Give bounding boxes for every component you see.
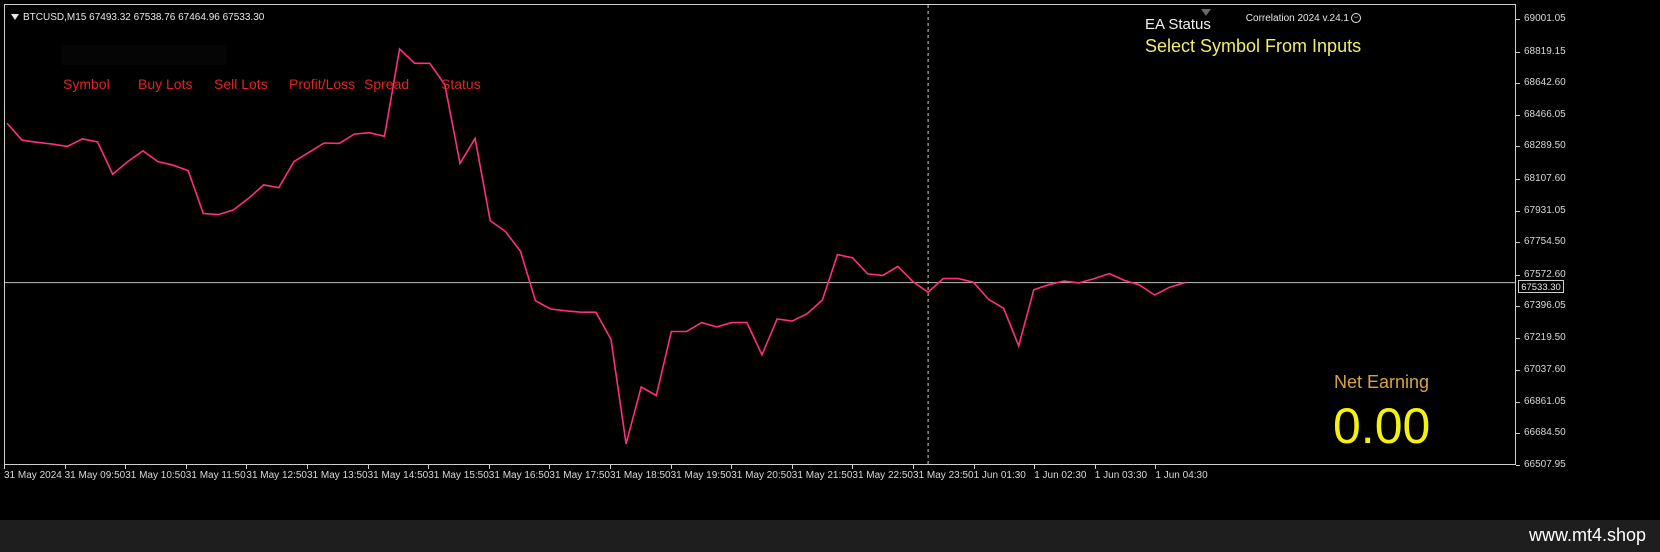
time-tick	[125, 465, 127, 469]
time-tick-label: 31 May 09:50	[64, 470, 126, 481]
ea-status-title: EA Status	[1145, 16, 1211, 33]
symbol-header: BTCUSD,M15 67493.32 67538.76 67464.96 67…	[11, 12, 264, 23]
net-earning-value: 0.00	[1333, 398, 1431, 454]
time-tick-label: 31 May 21:50	[791, 470, 853, 481]
time-tick-label: 1 Jun 02:30	[1034, 470, 1087, 481]
price-tick	[1516, 210, 1520, 212]
chart-window[interactable]: Symbol Buy Lots Sell Lots Profit/Loss Sp…	[0, 0, 1660, 520]
ea-status-message: Select Symbol From Inputs	[1145, 36, 1362, 56]
header-buy-lots: Buy Lots	[138, 76, 193, 92]
dropdown-triangle-icon	[11, 14, 19, 21]
header-status: Status	[441, 76, 481, 92]
time-tick-label: 31 May 20:50	[731, 470, 792, 481]
table-background	[61, 45, 227, 65]
time-tick	[246, 465, 248, 469]
ea-name-text: Correlation 2024 v.24.1	[1245, 13, 1349, 24]
time-tick-label: 31 May 12:50	[246, 470, 307, 481]
time-tick	[185, 465, 187, 469]
price-tick-label: 67037.60	[1524, 364, 1566, 376]
chart-plot-area[interactable]: Symbol Buy Lots Sell Lots Profit/Loss Sp…	[4, 4, 1516, 465]
price-tick-label: 66861.05	[1524, 395, 1566, 407]
price-tick	[1516, 242, 1520, 244]
time-tick-label: 1 Jun 01:30	[973, 470, 1026, 481]
price-tick	[1516, 274, 1520, 276]
price-tick-label: 66684.50	[1524, 427, 1566, 439]
time-tick	[428, 465, 430, 469]
time-tick-label: 1 Jun 03:30	[1094, 470, 1148, 481]
footer-website: www.mt4.shop	[1528, 525, 1646, 545]
price-tick-label: 67931.05	[1524, 204, 1566, 216]
price-tick	[1516, 370, 1520, 372]
price-tick-label: 66507.95	[1524, 459, 1566, 470]
time-tick	[488, 465, 490, 469]
time-tick-label: 31 May 16:50	[488, 470, 550, 481]
time-tick-label: 1 Jun 04:30	[1155, 470, 1208, 481]
price-tick	[1516, 306, 1520, 308]
time-tick-label: 31 May 19:50	[670, 470, 732, 481]
time-tick-label: 31 May 11:50	[185, 470, 246, 481]
time-tick	[307, 465, 308, 469]
time-tick	[1094, 465, 1096, 469]
header-symbol: Symbol	[63, 76, 110, 92]
time-tick	[852, 465, 854, 469]
time-tick	[610, 465, 611, 469]
price-tick	[1516, 114, 1520, 116]
time-tick-label: 31 May 17:50	[549, 470, 610, 481]
current-price-tag: 67533.30	[1518, 280, 1564, 293]
time-tick-label: 31 May 22:50	[852, 470, 913, 481]
time-tick-label: 31 May 14:50	[367, 470, 429, 481]
price-tick	[1516, 83, 1520, 85]
time-tick	[64, 465, 66, 469]
price-tick	[1516, 146, 1520, 148]
price-tick-label: 67219.50	[1524, 331, 1566, 343]
price-tick-label: 68107.60	[1524, 172, 1566, 184]
price-tick	[1516, 433, 1520, 435]
price-tick	[1516, 401, 1520, 403]
price-tick	[1516, 51, 1520, 53]
price-tick-label: 68466.05	[1524, 108, 1566, 120]
time-tick	[367, 465, 369, 469]
time-tick	[549, 465, 551, 469]
time-tick	[791, 465, 793, 469]
header-sell-lots: Sell Lots	[214, 76, 268, 92]
price-tick	[1516, 178, 1520, 180]
price-axis[interactable]: 69001.05 68819.15 68642.60 68466.05 68289.50…	[1516, 4, 1660, 470]
price-tick	[1516, 337, 1520, 339]
price-tick	[1516, 19, 1520, 21]
time-tick-label: 31 May 10:50	[125, 470, 186, 481]
ea-name-label: Correlation 2024 v.24.1 ⌣	[1246, 13, 1361, 24]
ohlc-values: 67493.32 67538.76 67464.96 67533.30	[89, 12, 265, 23]
time-tick	[4, 465, 5, 469]
chart-shift-marker[interactable]	[1201, 9, 1211, 16]
time-tick	[670, 465, 672, 469]
price-series-line	[6, 47, 1186, 445]
time-tick	[731, 465, 733, 469]
header-spread: Spread	[364, 76, 410, 92]
time-tick-label: 31 May 13:50	[307, 470, 368, 481]
price-tick-label: 68642.60	[1524, 77, 1566, 89]
symbol-name: BTCUSD,M15	[23, 12, 87, 23]
time-tick	[913, 465, 914, 469]
header-profit-loss: Profit/Loss	[289, 76, 356, 92]
time-tick-label: 31 May 23:50	[913, 470, 974, 481]
price-chart	[5, 5, 1515, 464]
price-tick-label: 67572.60	[1524, 268, 1566, 280]
price-tick-label: 68819.15	[1524, 45, 1566, 57]
price-tick	[1516, 465, 1520, 466]
time-tick	[1155, 465, 1157, 469]
time-axis[interactable]: 31 May 2024 31 May 09:50 31 May 10:50 31 Ma…	[4, 465, 1516, 495]
price-tick-label: 67396.05	[1524, 300, 1566, 312]
time-tick	[973, 465, 975, 469]
time-tick	[1034, 465, 1036, 469]
smiley-icon[interactable]: ⌣	[1351, 13, 1361, 24]
time-tick-label: 31 May 2024	[4, 470, 62, 481]
time-tick-label: 31 May 18:50	[610, 470, 671, 481]
time-tick-label: 31 May 15:50	[428, 470, 489, 481]
footer-bar: www.mt4.shop	[0, 520, 1660, 552]
price-tick-label: 69001.05	[1524, 13, 1566, 25]
net-earning-label: Net Earning	[1334, 372, 1430, 392]
price-tick-label: 67754.50	[1524, 236, 1566, 248]
price-tick-label: 68289.50	[1524, 140, 1566, 152]
